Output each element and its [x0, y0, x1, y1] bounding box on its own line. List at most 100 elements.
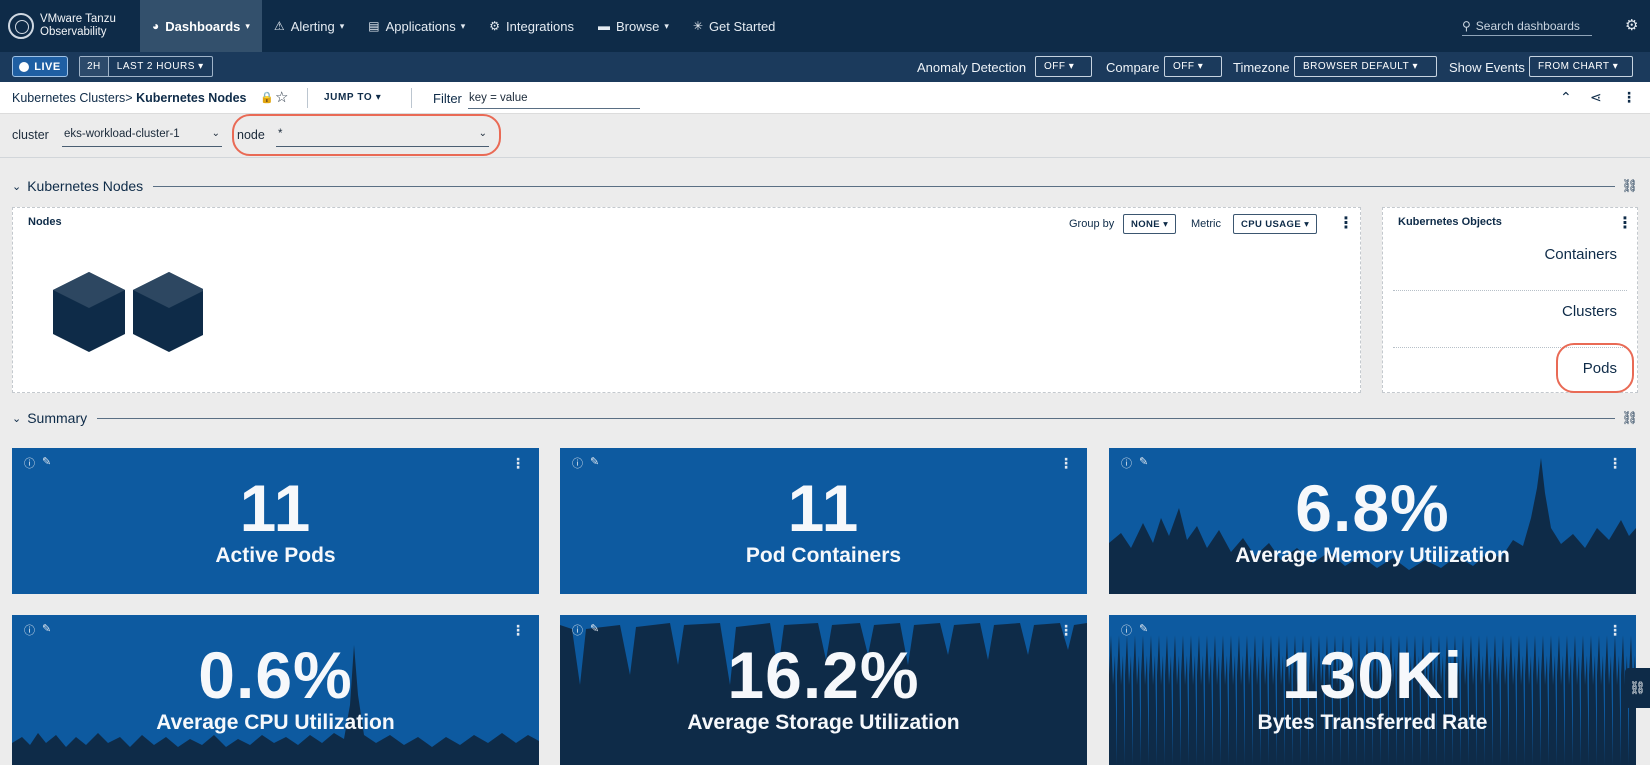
nav-alerting[interactable]: ⚠ Alerting ▾ [262, 0, 356, 52]
link-icon[interactable]: ⛓ [1621, 178, 1638, 194]
stat-label: Average Storage Utilization [687, 711, 960, 734]
search-icon: ⚲ [1462, 18, 1471, 33]
cluster-variable-label: cluster [12, 128, 49, 142]
stat-tile-cpu-utilization[interactable]: ⓘ ✎ ⋮ 0.6% Average CPU Utilization [12, 615, 539, 765]
chevron-down-icon: ⌄ [12, 412, 22, 425]
stat-value: 130Ki [1281, 638, 1464, 712]
kubernetes-objects-panel: Kubernetes Objects ⋮ Containers Clusters… [1382, 207, 1638, 393]
side-link-icon[interactable]: ⛓ [1625, 668, 1650, 708]
anomaly-detection-select[interactable]: OFF ▾ [1035, 56, 1092, 77]
stat-tile-memory-utilization[interactable]: ⓘ ✎ ⋮ 6.8% Average Memory Utilization [1109, 448, 1636, 594]
link-icon[interactable]: ⛓ [1621, 410, 1638, 426]
object-link-containers[interactable]: Containers [1544, 246, 1617, 263]
stat-value: 11 [239, 471, 312, 545]
info-icon[interactable]: ⓘ [572, 455, 583, 471]
chevron-down-icon: ▾ [1163, 218, 1169, 230]
breadcrumb: Kubernetes Clusters> Kubernetes Nodes [12, 91, 247, 105]
applications-icon: ▤ [368, 19, 380, 33]
node-hexagon[interactable] [53, 272, 125, 352]
show-events-select[interactable]: FROM CHART ▾ [1529, 56, 1633, 77]
timezone-select[interactable]: BROWSER DEFAULT ▾ [1294, 56, 1437, 77]
alert-bell-icon: ⚠ [273, 19, 285, 33]
nav-dashboards[interactable]: ◕ Dashboards ▾ [140, 0, 262, 52]
section-title: Summary [27, 410, 88, 426]
edit-pencil-icon[interactable]: ✎ [1139, 622, 1148, 635]
edit-pencil-icon[interactable]: ✎ [1139, 455, 1148, 468]
timezone-label: Timezone [1233, 60, 1290, 75]
search-placeholder: Search dashboards [1475, 18, 1580, 33]
edit-pencil-icon[interactable]: ✎ [590, 455, 599, 468]
show-events-label: Show Events [1449, 60, 1525, 75]
nav-browse[interactable]: ▬ Browse ▾ [586, 0, 681, 52]
chevron-down-icon: ▾ [664, 20, 669, 31]
stat-tile-pod-containers[interactable]: ⓘ ✎ ⋮ 11 Pod Containers [560, 448, 1087, 594]
divider [307, 88, 308, 108]
chevron-down-icon: ▾ [1068, 61, 1075, 72]
chevron-down-icon: ▾ [245, 20, 250, 31]
more-options-icon[interactable]: ⋮ [1622, 89, 1636, 106]
panel-menu-icon[interactable]: ⋮ [1617, 216, 1633, 232]
collapse-all-icon[interactable]: ⌃ [1560, 89, 1572, 106]
integrations-icon: ⚙ [489, 19, 501, 33]
info-icon[interactable]: ⓘ [1121, 622, 1132, 638]
metric-select[interactable]: CPU USAGE ▾ [1233, 214, 1318, 234]
filter-input[interactable]: key = value [468, 89, 640, 109]
nav-integrations-label: Integrations [506, 18, 574, 34]
brand-line2: Observability [40, 26, 107, 38]
pods-highlight [1556, 343, 1634, 393]
jump-to-button[interactable]: JUMP TO ▾ [324, 92, 381, 103]
chevron-down-icon: ▾ [375, 92, 382, 103]
compare-label: Compare [1106, 60, 1160, 75]
edit-pencil-icon[interactable]: ✎ [42, 622, 51, 635]
object-link-clusters[interactable]: Clusters [1562, 303, 1617, 320]
stat-value: 0.6% [198, 638, 353, 712]
info-icon[interactable]: ⓘ [24, 622, 35, 638]
edit-pencil-icon[interactable]: ✎ [590, 622, 599, 635]
edit-pencil-icon[interactable]: ✎ [42, 455, 51, 468]
chevron-down-icon: ▾ [1612, 61, 1619, 72]
compare-select[interactable]: OFF ▾ [1164, 56, 1222, 77]
search-dashboards-input[interactable]: ⚲ Search dashboards [1462, 16, 1592, 36]
dashboard-variables: cluster eks-workload-cluster-1 ⌄ node * … [0, 114, 1650, 158]
chevron-down-icon: ▾ [1412, 61, 1419, 72]
info-icon[interactable]: ⓘ [1121, 455, 1132, 471]
node-filter-highlight [232, 114, 501, 156]
info-icon[interactable]: ⓘ [24, 455, 35, 471]
stat-label: Average CPU Utilization [156, 711, 395, 734]
stat-tile-active-pods[interactable]: ⓘ ✎ ⋮ 11 Active Pods [12, 448, 539, 594]
node-hexagons [53, 272, 203, 352]
stat-value: 11 [787, 471, 860, 545]
group-by-select[interactable]: NONE ▾ [1123, 214, 1177, 234]
live-button[interactable]: LIVE [12, 56, 68, 77]
breadcrumb-parent-link[interactable]: Kubernetes Clusters [12, 91, 125, 105]
chevron-down-icon: ⌄ [211, 128, 220, 139]
nav-integrations[interactable]: ⚙ Integrations [477, 0, 586, 52]
star-icon[interactable]: ☆ [275, 88, 288, 106]
divider [411, 88, 412, 108]
stat-tile-storage-utilization[interactable]: ⓘ ✎ ⋮ 16.2% Average Storage Utilization [560, 615, 1087, 765]
nav-alerting-label: Alerting [290, 18, 335, 34]
nav-get-started[interactable]: ✳ Get Started [681, 0, 788, 52]
panel-menu-icon[interactable]: ⋮ [1338, 216, 1354, 232]
nav-browse-label: Browse [615, 18, 660, 34]
time-bar: LIVE 2H LAST 2 HOURS ▾ Anomaly Detection… [0, 52, 1650, 82]
folder-icon: ▬ [597, 19, 610, 33]
stat-value: 6.8% [1295, 471, 1450, 545]
cluster-variable-select[interactable]: eks-workload-cluster-1 ⌄ [62, 125, 222, 147]
share-icon[interactable]: ⋖ [1590, 89, 1602, 106]
gear-icon[interactable]: ⚙ [1625, 16, 1638, 34]
time-range-selector[interactable]: 2H LAST 2 HOURS ▾ [79, 56, 213, 77]
breadcrumb-row: Kubernetes Clusters> Kubernetes Nodes 🔒 … [0, 82, 1650, 114]
chevron-down-icon: ⌄ [12, 180, 22, 193]
brand[interactable]: VMware Tanzu Observability [0, 0, 140, 52]
section-title: Kubernetes Nodes [27, 178, 144, 194]
node-hexagon[interactable] [133, 272, 203, 352]
section-summary[interactable]: ⌄ Summary ⛓ [12, 408, 1638, 428]
metric-label: Metric [1191, 218, 1221, 230]
section-kubernetes-nodes[interactable]: ⌄ Kubernetes Nodes ⛓ [12, 176, 1638, 196]
info-icon[interactable]: ⓘ [572, 622, 583, 638]
chevron-down-icon: ▾ [1197, 61, 1204, 72]
stat-tile-bytes-transferred[interactable]: ⓘ ✎ ⋮ 130Ki Bytes Transferred Rate [1109, 615, 1636, 765]
nav-applications[interactable]: ▤ Applications ▾ [356, 0, 477, 52]
chevron-down-icon: ▾ [339, 20, 345, 31]
